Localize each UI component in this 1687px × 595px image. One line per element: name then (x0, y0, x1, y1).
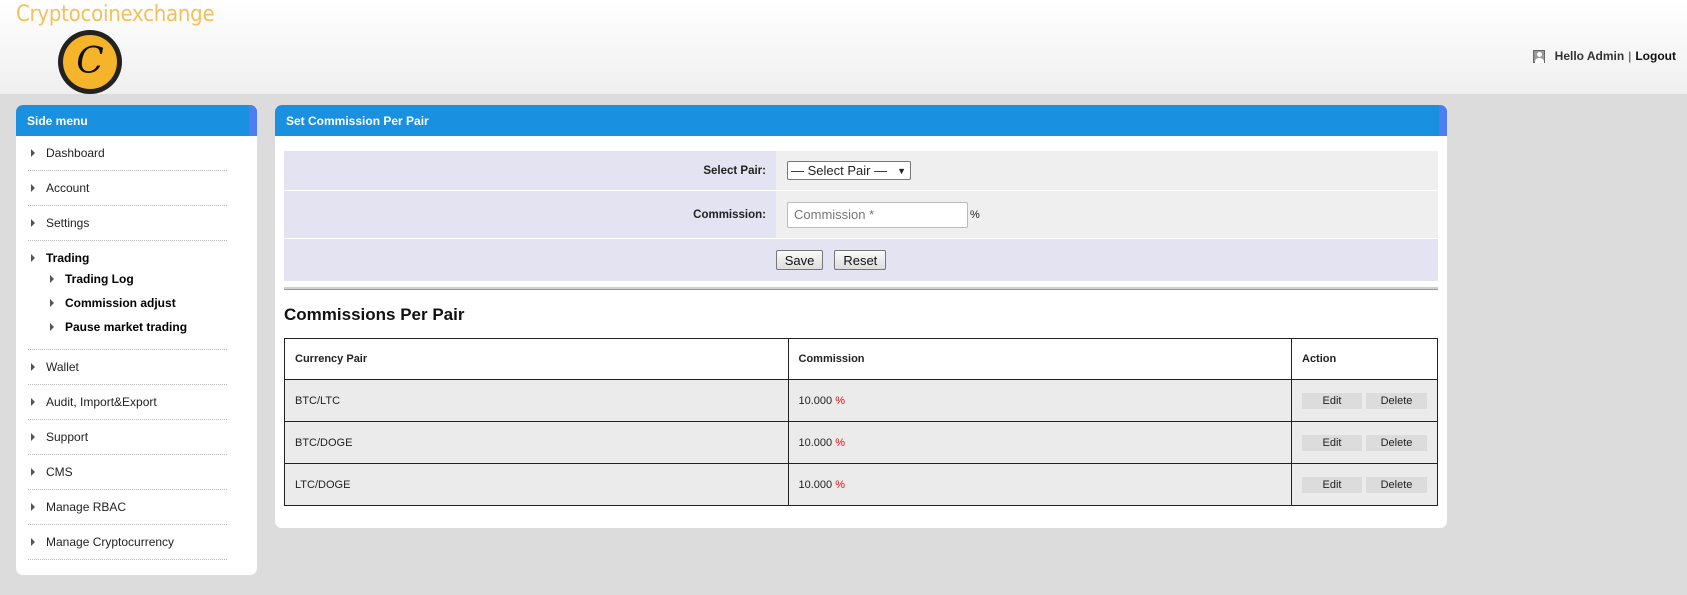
divider (284, 287, 1438, 290)
sidebar-subitem-trading-log[interactable]: Trading Log (47, 267, 227, 291)
sidebar-item-label: Wallet (46, 360, 79, 374)
caret-right-icon (50, 299, 54, 307)
action-cell: Edit Delete (1291, 463, 1438, 506)
user-area: Hello Admin | Logout (1532, 49, 1676, 63)
table-row: BTC/LTC 10.000 % Edit Delete (284, 379, 1438, 422)
caret-right-icon (31, 149, 35, 157)
pair-cell: BTC/DOGE (284, 421, 789, 464)
trading-submenu: Trading Log Commission adjust Pause mark… (28, 267, 227, 349)
column-header: Commission (787, 338, 1292, 380)
table-row: BTC/DOGE 10.000 % Edit Delete (284, 421, 1438, 464)
commissions-table: Currency Pair Commission Action BTC/LTC … (284, 338, 1438, 506)
sidebar-item-label: Audit, Import&Export (46, 395, 157, 409)
sidebar-item-dashboard[interactable]: Dashboard (28, 136, 227, 171)
caret-right-icon (31, 433, 35, 441)
sidebar-item-cms[interactable]: CMS (28, 455, 227, 490)
action-cell: Edit Delete (1291, 421, 1438, 464)
side-menu: Side menu Dashboard Account Settings Tra… (16, 105, 257, 575)
sidebar-subitem-pause-market-trading[interactable]: Pause market trading (47, 315, 227, 339)
save-button[interactable]: Save (775, 250, 824, 270)
caret-right-icon (50, 323, 54, 331)
separator: | (1628, 49, 1632, 63)
caret-right-icon (31, 398, 35, 406)
percent-unit: % (970, 208, 980, 221)
commission-cell: 10.000 % (787, 421, 1292, 464)
commission-cell: 10.000 % (787, 379, 1292, 422)
caret-right-icon (31, 363, 35, 371)
side-menu-title: Side menu (16, 105, 257, 136)
greeting-text: Hello Admin (1554, 49, 1625, 63)
site-header: Cryptocoinexchange C Hello Admin | Logou… (0, 0, 1687, 94)
commission-form: Select Pair: — Select Pair — ▼ Commissio… (284, 151, 1438, 281)
commission-panel: Set Commission Per Pair Select Pair: — S… (275, 105, 1447, 528)
caret-right-icon (31, 468, 35, 476)
delete-button[interactable]: Delete (1366, 434, 1427, 451)
sidebar-item-label: Settings (46, 216, 90, 230)
sidebar-item-label: CMS (46, 465, 73, 479)
edit-button[interactable]: Edit (1302, 476, 1362, 493)
sidebar-item-wallet[interactable]: Wallet (28, 350, 227, 385)
sidebar-item-label: Manage RBAC (46, 500, 127, 514)
sidebar-item-label: Support (46, 430, 89, 444)
sidebar-item-label: Manage Cryptocurrency (46, 535, 175, 549)
column-header: Currency Pair (284, 338, 789, 380)
caret-right-icon (31, 503, 35, 511)
brand-name[interactable]: Cryptocoinexchange (16, 2, 215, 27)
user-icon (1532, 49, 1545, 63)
commission-input[interactable] (787, 201, 968, 228)
caret-right-icon (31, 254, 35, 262)
pair-cell: LTC/DOGE (284, 463, 789, 506)
sidebar-item-manage-rbac[interactable]: Manage RBAC (28, 490, 227, 525)
sidebar-item-account[interactable]: Account (28, 171, 227, 206)
sidebar-item-label: Trading (46, 251, 90, 265)
edit-button[interactable]: Edit (1302, 392, 1362, 409)
reset-button[interactable]: Reset (834, 250, 887, 270)
action-cell: Edit Delete (1291, 379, 1438, 422)
caret-right-icon (31, 219, 35, 227)
sidebar-item-label: Account (46, 181, 90, 195)
commission-cell: 10.000 % (787, 463, 1292, 506)
table-header-row: Currency Pair Commission Action (284, 338, 1438, 380)
select-pair-dropdown[interactable]: — Select Pair — ▼ (787, 161, 911, 180)
sidebar-item-label: Dashboard (46, 146, 105, 160)
sidebar-item-audit-import-export[interactable]: Audit, Import&Export (28, 385, 227, 420)
dropdown-arrow-icon: ▼ (897, 165, 906, 176)
logo-icon[interactable]: C (58, 30, 122, 94)
sidebar-item-trading[interactable]: Trading Trading Log Commission adjust Pa… (28, 241, 227, 350)
sidebar-item-settings[interactable]: Settings (28, 206, 227, 241)
caret-right-icon (31, 184, 35, 192)
side-menu-list: Dashboard Account Settings Trading Tradi… (16, 136, 257, 560)
commissions-table-title: Commissions Per Pair (284, 305, 465, 324)
caret-right-icon (50, 275, 54, 283)
select-pair-label: Select Pair: (284, 151, 776, 191)
delete-button[interactable]: Delete (1366, 476, 1427, 493)
table-row: LTC/DOGE 10.000 % Edit Delete (284, 463, 1438, 506)
pair-cell: BTC/LTC (284, 379, 789, 422)
column-header: Action (1291, 338, 1438, 380)
caret-right-icon (31, 538, 35, 546)
edit-button[interactable]: Edit (1302, 434, 1362, 451)
sidebar-subitem-commission-adjust[interactable]: Commission adjust (47, 291, 227, 315)
sidebar-item-manage-cryptocurrency[interactable]: Manage Cryptocurrency (28, 525, 227, 560)
delete-button[interactable]: Delete (1366, 392, 1427, 409)
logout-link[interactable]: Logout (1635, 49, 1676, 63)
page-title: Set Commission Per Pair (275, 105, 1447, 136)
sidebar-item-support[interactable]: Support (28, 420, 227, 455)
commission-label: Commission: (284, 191, 776, 239)
